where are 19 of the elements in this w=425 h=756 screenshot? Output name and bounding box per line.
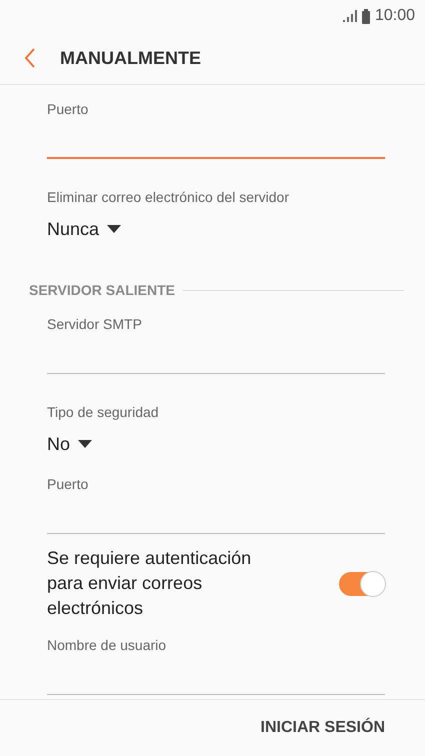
- battery-icon: [362, 8, 370, 24]
- signal-icon: [342, 10, 357, 22]
- caret-icon: [78, 440, 92, 448]
- status-time: 10:00: [374, 7, 415, 25]
- dropdown-label: Tipo de seguridad: [47, 403, 160, 422]
- caret-icon: [107, 225, 122, 233]
- dropdown[interactable]: No: [47, 428, 92, 460]
- field-label: Puerto: [47, 100, 90, 119]
- toggle-switch[interactable]: [339, 572, 385, 596]
- dropdown[interactable]: Nunca: [47, 213, 122, 245]
- toggle-label: Se requiere autenticación para enviar correos electrónicos: [47, 547, 252, 620]
- field-label: Servidor SMTP: [47, 315, 143, 334]
- field-label: Puerto: [47, 475, 90, 494]
- section-header: SERVIDOR SALIENTE: [29, 282, 175, 298]
- sign-in-button[interactable]: INICIAR SESIÓN: [260, 719, 385, 737]
- screen-title: MANUALMENTE: [60, 48, 201, 68]
- back-button[interactable]: [24, 48, 36, 68]
- dropdown-label: Eliminar correo electrónico del servidor: [47, 188, 290, 207]
- field-label: Nombre de usuario: [47, 636, 168, 655]
